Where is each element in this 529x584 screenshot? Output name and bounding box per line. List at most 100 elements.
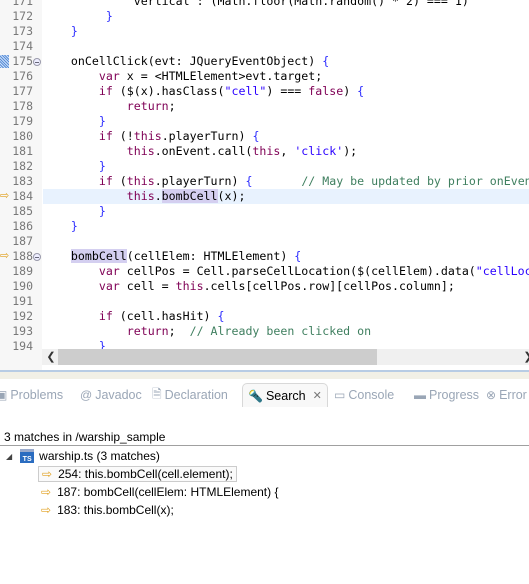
tree-file-node[interactable]: ◢ TS warship.ts (3 matches): [6, 447, 160, 465]
code-line[interactable]: 181 this.onEvent.call(this, 'click');: [0, 144, 529, 159]
code-line[interactable]: 180 if (!this.playerTurn) {: [0, 129, 529, 144]
code-token: ;: [168, 99, 176, 113]
scroll-left-button[interactable]: ❮: [44, 349, 58, 365]
code-line[interactable]: 178 return;: [0, 99, 529, 114]
search-match-item[interactable]: ⇨ 183: this.bombCell(x);: [38, 501, 177, 519]
code-text[interactable]: if (cell.hasHit) {: [43, 309, 529, 324]
code-text[interactable]: [43, 234, 529, 249]
code-line[interactable]: 192 if (cell.hasHit) {: [0, 309, 529, 324]
tab-declaration[interactable]: 🗎 Declaration: [152, 383, 228, 407]
error-log-icon: ⊗: [486, 388, 497, 402]
sash[interactable]: [0, 372, 529, 379]
code-token: bombCell: [161, 189, 218, 203]
code-text[interactable]: }: [43, 219, 529, 234]
console-icon: ▭: [334, 388, 346, 402]
code-text[interactable]: }: [43, 9, 529, 24]
code-token: var: [98, 69, 120, 83]
horizontal-scrollbar[interactable]: ❮ ❯: [42, 349, 529, 365]
search-flashlight-icon: 🔦: [248, 388, 263, 403]
close-tab-icon[interactable]: ✕: [313, 389, 322, 402]
code-token: if: [98, 309, 113, 323]
code-line[interactable]: 172 }: [0, 9, 529, 24]
line-number: 194: [12, 339, 33, 353]
line-number: 178: [12, 99, 33, 113]
line-number: 175: [12, 54, 33, 68]
code-line[interactable]: 183 if (this.playerTurn) { // May be upd…: [0, 174, 529, 189]
code-line[interactable]: 193 return; // Already been clicked on: [0, 324, 529, 339]
code-text[interactable]: if ($(x).hasClass("cell") === false) {: [43, 84, 529, 99]
code-line[interactable]: ⇨ 188 bombCell(cellElem: HTMLElement) {: [0, 249, 529, 264]
code-line[interactable]: 173 }: [0, 24, 529, 39]
code-token: 'click': [294, 144, 344, 158]
expand-triangle-icon[interactable]: ◢: [6, 452, 12, 461]
code-line[interactable]: 187: [0, 234, 529, 249]
tab-progress[interactable]: ▬ Progress: [414, 383, 479, 407]
code-token: return: [126, 324, 169, 338]
code-token: "cellLocation": [475, 264, 529, 278]
problems-icon: ▣: [0, 388, 8, 402]
code-text[interactable]: return; // Already been clicked on: [43, 324, 529, 339]
line-number: 182: [12, 159, 33, 173]
code-text[interactable]: if (this.playerTurn) { // May be updated…: [43, 174, 529, 189]
code-text[interactable]: onCellClick(evt: JQueryEventObject) {: [43, 54, 529, 69]
code-line[interactable]: 182 }: [0, 159, 529, 174]
code-text[interactable]: if (!this.playerTurn) {: [43, 129, 529, 144]
code-editor[interactable]: 171 vertical : (Math.floor(Math.random()…: [0, 0, 529, 370]
match-row[interactable]: ⇨ 183: this.bombCell(x);: [38, 503, 177, 517]
view-tabs: ▣ Problems @ Javadoc 🗎 Declaration 🔦 Search ✕ ▭ Co…: [0, 379, 529, 407]
code-line[interactable]: 171 vertical : (Math.floor(Math.random()…: [0, 0, 529, 9]
code-token: .playerTurn): [161, 129, 253, 143]
code-token: .: [154, 189, 162, 203]
match-label: 187: bombCell(cellElem: HTMLElement) {: [57, 485, 279, 499]
code-text[interactable]: this.bombCell(x);: [43, 189, 529, 204]
tab-search[interactable]: 🔦 Search ✕: [242, 383, 328, 407]
code-text[interactable]: vertical : (Math.floor(Math.random() * 2…: [43, 0, 529, 9]
code-line[interactable]: 174: [0, 39, 529, 54]
match-row[interactable]: ⇨ 187: bombCell(cellElem: HTMLElement) {: [38, 485, 281, 499]
search-match-item[interactable]: ⇨ 187: bombCell(cellElem: HTMLElement) {: [38, 483, 281, 501]
code-line[interactable]: 176 var x = <HTMLElement>evt.target;: [0, 69, 529, 84]
code-line[interactable]: 179 }: [0, 114, 529, 129]
code-line[interactable]: 186 }: [0, 219, 529, 234]
tab-error-log[interactable]: ⊗Error Log: [486, 383, 529, 407]
code-token: vertical: [133, 0, 190, 8]
code-text[interactable]: }: [43, 114, 529, 129]
code-line[interactable]: 177 if ($(x).hasClass("cell") === false)…: [0, 84, 529, 99]
fold-collapse-icon[interactable]: [33, 253, 41, 261]
code-token: {: [322, 54, 330, 68]
divider: [0, 445, 529, 446]
code-token: ,: [280, 144, 295, 158]
code-text[interactable]: var cell = this.cells[cellPos.row][cellP…: [43, 279, 529, 294]
code-line[interactable]: 191: [0, 294, 529, 309]
tab-javadoc[interactable]: @ Javadoc: [80, 383, 142, 407]
match-row[interactable]: ⇨ 254: this.bombCell(cell.element);: [38, 466, 237, 482]
code-text[interactable]: this.onEvent.call(this, 'click');: [43, 144, 529, 159]
code-line[interactable]: 189 var cellPos = Cell.parseCellLocation…: [0, 264, 529, 279]
fold-collapse-icon[interactable]: [33, 58, 41, 66]
search-match-item[interactable]: ⇨ 254: this.bombCell(cell.element);: [38, 465, 237, 483]
match-arrow-icon: ⇨: [41, 503, 52, 517]
scrollbar-thumb[interactable]: [58, 349, 377, 365]
code-text[interactable]: bombCell(cellElem: HTMLElement) {: [43, 249, 529, 264]
tab-console[interactable]: ▭ Console: [334, 383, 394, 407]
code-text[interactable]: }: [43, 24, 529, 39]
code-line[interactable]: 190 var cell = this.cells[cellPos.row][c…: [0, 279, 529, 294]
code-text[interactable]: }: [43, 159, 529, 174]
code-text[interactable]: return;: [43, 99, 529, 114]
code-line[interactable]: 175 onCellClick(evt: JQueryEventObject) …: [0, 54, 529, 69]
code-text[interactable]: var x = <HTMLElement>evt.target;: [43, 69, 529, 84]
tab-problems[interactable]: ▣ Problems: [0, 383, 63, 407]
code-token: }: [98, 204, 106, 218]
code-line[interactable]: 185 }: [0, 204, 529, 219]
code-text[interactable]: [43, 39, 529, 54]
code-text[interactable]: [43, 294, 529, 309]
code-token: {: [252, 129, 260, 143]
code-line[interactable]: ⇨ 184 this.bombCell(x);: [0, 189, 529, 204]
code-text[interactable]: }: [43, 204, 529, 219]
scroll-right-button[interactable]: ❯: [521, 349, 529, 365]
code-text[interactable]: var cellPos = Cell.parseCellLocation($(c…: [43, 264, 529, 279]
